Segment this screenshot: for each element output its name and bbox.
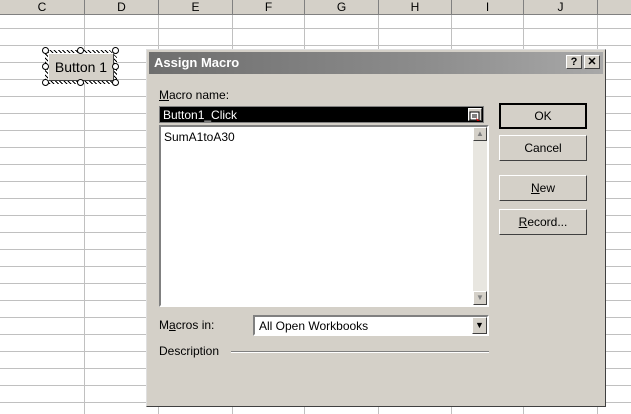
assign-macro-dialog: Assign Macro ? ✕ Macro name: Button1_Cli… [146, 49, 606, 407]
dialog-title-bar[interactable]: Assign Macro ? ✕ [149, 52, 603, 74]
resize-handle-bottom-left[interactable] [42, 79, 49, 86]
description-label: Description [159, 344, 220, 358]
macros-in-label: Macros in: [159, 318, 215, 332]
collapse-dialog-icon[interactable] [468, 108, 482, 121]
ok-button[interactable]: OK [499, 103, 587, 129]
macro-list-scrollbar[interactable]: ▲ ▼ [473, 127, 487, 305]
form-button-selection[interactable]: Button 1 [42, 47, 120, 87]
column-header-e[interactable]: E [159, 0, 233, 14]
resize-handle-right[interactable] [112, 63, 119, 70]
resize-handle-bottom[interactable] [77, 79, 84, 86]
macros-in-value: All Open Workbooks [259, 319, 369, 333]
macro-name-label: Macro name: [159, 88, 230, 102]
macro-name-value: Button1_Click [163, 108, 238, 122]
scroll-up-icon[interactable]: ▲ [473, 127, 487, 141]
column-header-i[interactable]: I [452, 0, 524, 14]
record-button[interactable]: Record... [499, 209, 587, 235]
description-divider [231, 351, 489, 353]
cancel-button[interactable]: Cancel [499, 135, 587, 161]
close-button[interactable]: ✕ [584, 55, 600, 69]
resize-handle-bottom-right[interactable] [112, 79, 119, 86]
macro-list-item[interactable]: SumA1toA30 [164, 130, 235, 144]
column-header-f[interactable]: F [233, 0, 305, 14]
column-header-c[interactable]: C [0, 0, 85, 14]
column-header-j[interactable]: J [524, 0, 598, 14]
column-header-h[interactable]: H [379, 0, 452, 14]
column-header-row: C D E F G H I J [0, 0, 631, 15]
resize-handle-top[interactable] [77, 47, 84, 54]
column-header-d[interactable]: D [85, 0, 159, 14]
column-header-g[interactable]: G [305, 0, 379, 14]
column-header-k[interactable] [598, 0, 631, 14]
macro-name-input[interactable]: Button1_Click [159, 106, 484, 123]
resize-handle-top-right[interactable] [112, 47, 119, 54]
resize-handle-top-left[interactable] [42, 47, 49, 54]
dialog-title: Assign Macro [154, 55, 240, 70]
macros-in-select[interactable]: All Open Workbooks ▼ [253, 315, 489, 336]
chevron-down-icon[interactable]: ▼ [472, 317, 487, 334]
form-button[interactable]: Button 1 [48, 53, 114, 81]
help-button[interactable]: ? [566, 55, 582, 69]
resize-handle-left[interactable] [42, 63, 49, 70]
macro-list[interactable]: SumA1toA30 ▲ ▼ [159, 125, 489, 307]
new-button[interactable]: New [499, 175, 587, 201]
scroll-down-icon[interactable]: ▼ [473, 291, 487, 305]
